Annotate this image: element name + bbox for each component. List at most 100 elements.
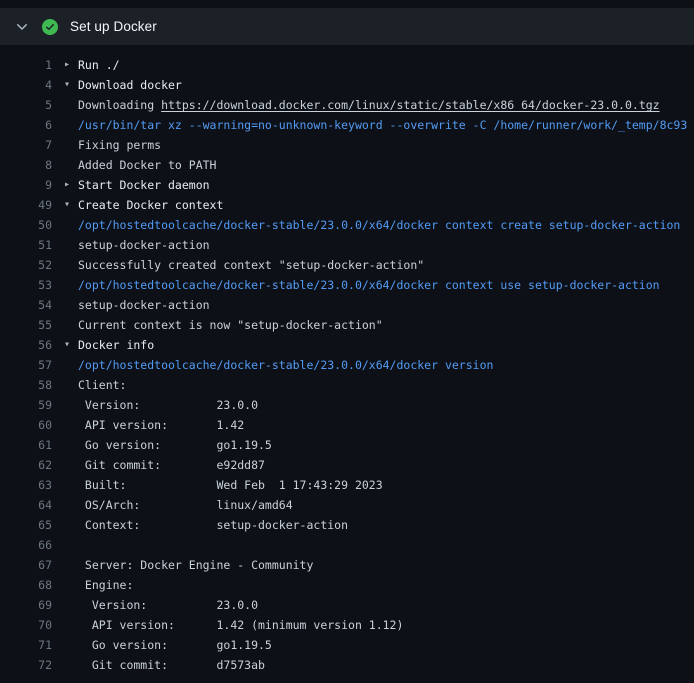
log-link[interactable]: https://download.docker.com/linux/static… (161, 98, 660, 112)
log-line: 6/usr/bin/tar xz --warning=no-unknown-ke… (0, 115, 694, 135)
command-text: /opt/hostedtoolcache/docker-stable/23.0.… (64, 215, 680, 235)
log-line[interactable]: 4 ▾Download docker (0, 75, 694, 95)
command-text: /opt/hostedtoolcache/docker-stable/23.0.… (64, 275, 660, 295)
log-lines: 1▸Run ./4▾Download docker5Downloading ht… (0, 55, 694, 675)
chevron-right-icon[interactable]: ▸ (64, 55, 78, 75)
chevron-down-icon[interactable]: ▾ (64, 75, 78, 95)
line-number[interactable]: 54 (8, 295, 52, 315)
line-number[interactable]: 65 (8, 515, 52, 535)
log-line: 64 OS/Arch: linux/amd64 (0, 495, 694, 515)
line-number[interactable]: 51 (8, 235, 52, 255)
group-title: Download docker (78, 75, 182, 95)
log-line: 70 API version: 1.42 (minimum version 1.… (0, 615, 694, 635)
line-number[interactable]: 64 (8, 495, 52, 515)
log-line: 51 setup-docker-action (0, 235, 694, 255)
log-line: 60 API version: 1.42 (0, 415, 694, 435)
line-number[interactable]: 50 (8, 215, 52, 235)
log-text: Added Docker to PATH (64, 155, 216, 175)
log-line: 8 Added Docker to PATH (0, 155, 694, 175)
log-text: OS/Arch: linux/amd64 (64, 495, 293, 515)
log-line: 54 setup-docker-action (0, 295, 694, 315)
line-number[interactable]: 62 (8, 455, 52, 475)
log-line: 69 Version: 23.0.0 (0, 595, 694, 615)
line-number[interactable]: 57 (8, 355, 52, 375)
log-line: 58 Client: (0, 375, 694, 395)
group-title: Run ./ (78, 55, 120, 75)
line-number[interactable]: 9 (8, 175, 52, 195)
log-line[interactable]: 1 ▸Run ./ (0, 55, 694, 75)
log-line: 66 (0, 535, 694, 555)
log-text: Fixing perms (64, 135, 161, 155)
log-text: Built: Wed Feb 1 17:43:29 2023 (64, 475, 383, 495)
line-number[interactable]: 59 (8, 395, 52, 415)
log-line: 62 Git commit: e92dd87 (0, 455, 694, 475)
log-text: Successfully created context "setup-dock… (64, 255, 424, 275)
log-text: Current context is now "setup-docker-act… (64, 315, 383, 335)
command-text: /usr/bin/tar xz --warning=no-unknown-key… (64, 115, 687, 135)
command-text: /opt/hostedtoolcache/docker-stable/23.0.… (64, 355, 493, 375)
line-number[interactable]: 56 (8, 335, 52, 355)
line-number[interactable]: 52 (8, 255, 52, 275)
log-line[interactable]: 9 ▸Start Docker daemon (0, 175, 694, 195)
log-text: API version: 1.42 (64, 415, 244, 435)
line-number[interactable]: 53 (8, 275, 52, 295)
chevron-right-icon[interactable]: ▸ (64, 175, 78, 195)
log-line: 61 Go version: go1.19.5 (0, 435, 694, 455)
log-text: Client: (64, 375, 126, 395)
log-text: Version: 23.0.0 (64, 595, 258, 615)
log-container: 1▸Run ./4▾Download docker5Downloading ht… (0, 45, 694, 683)
line-number[interactable]: 72 (8, 655, 52, 675)
log-line: 72 Git commit: d7573ab (0, 655, 694, 675)
group-title: Start Docker daemon (78, 175, 210, 195)
line-number[interactable]: 49 (8, 195, 52, 215)
line-number[interactable]: 58 (8, 375, 52, 395)
group-title: Docker info (78, 335, 154, 355)
chevron-down-icon[interactable] (14, 19, 30, 35)
step-header[interactable]: Set up Docker (0, 8, 694, 45)
line-number[interactable]: 60 (8, 415, 52, 435)
line-number[interactable]: 6 (8, 115, 52, 135)
log-line: 59 Version: 23.0.0 (0, 395, 694, 415)
log-text: Go version: go1.19.5 (64, 635, 272, 655)
log-text: setup-docker-action (64, 295, 210, 315)
log-line[interactable]: 56 ▾Docker info (0, 335, 694, 355)
log-line: 71 Go version: go1.19.5 (0, 635, 694, 655)
line-number[interactable]: 63 (8, 475, 52, 495)
line-number[interactable]: 8 (8, 155, 52, 175)
log-line[interactable]: 49 ▾Create Docker context (0, 195, 694, 215)
log-text: Git commit: e92dd87 (64, 455, 265, 475)
line-number[interactable]: 5 (8, 95, 52, 115)
log-text: setup-docker-action (64, 235, 210, 255)
success-check-circle-icon (42, 19, 58, 35)
line-number[interactable]: 67 (8, 555, 52, 575)
line-number[interactable]: 4 (8, 75, 52, 95)
log-line: 57/opt/hostedtoolcache/docker-stable/23.… (0, 355, 694, 375)
line-number[interactable]: 7 (8, 135, 52, 155)
log-line: 5 Downloading https://download.docker.com… (0, 95, 694, 115)
log-line: 50/opt/hostedtoolcache/docker-stable/23.… (0, 215, 694, 235)
line-number[interactable]: 61 (8, 435, 52, 455)
line-number[interactable]: 70 (8, 615, 52, 635)
log-text: Version: 23.0.0 (64, 395, 258, 415)
chevron-down-icon[interactable]: ▾ (64, 195, 78, 215)
line-number[interactable]: 55 (8, 315, 52, 335)
log-text: Server: Docker Engine - Community (64, 555, 313, 575)
log-text: Context: setup-docker-action (64, 515, 348, 535)
log-text: API version: 1.42 (minimum version 1.12) (64, 615, 403, 635)
log-line: 52 Successfully created context "setup-do… (0, 255, 694, 275)
log-line: 68 Engine: (0, 575, 694, 595)
log-line: 65 Context: setup-docker-action (0, 515, 694, 535)
line-number[interactable]: 66 (8, 535, 52, 555)
line-number[interactable]: 69 (8, 595, 52, 615)
group-title: Create Docker context (78, 195, 223, 215)
log-text: Go version: go1.19.5 (64, 435, 272, 455)
log-line: 7 Fixing perms (0, 135, 694, 155)
log-text: Engine: (64, 575, 133, 595)
line-number[interactable]: 68 (8, 575, 52, 595)
log-line: 67 Server: Docker Engine - Community (0, 555, 694, 575)
log-text: Git commit: d7573ab (64, 655, 265, 675)
log-text: Downloading https://download.docker.com/… (64, 95, 660, 115)
line-number[interactable]: 1 (8, 55, 52, 75)
line-number[interactable]: 71 (8, 635, 52, 655)
chevron-down-icon[interactable]: ▾ (64, 335, 78, 355)
